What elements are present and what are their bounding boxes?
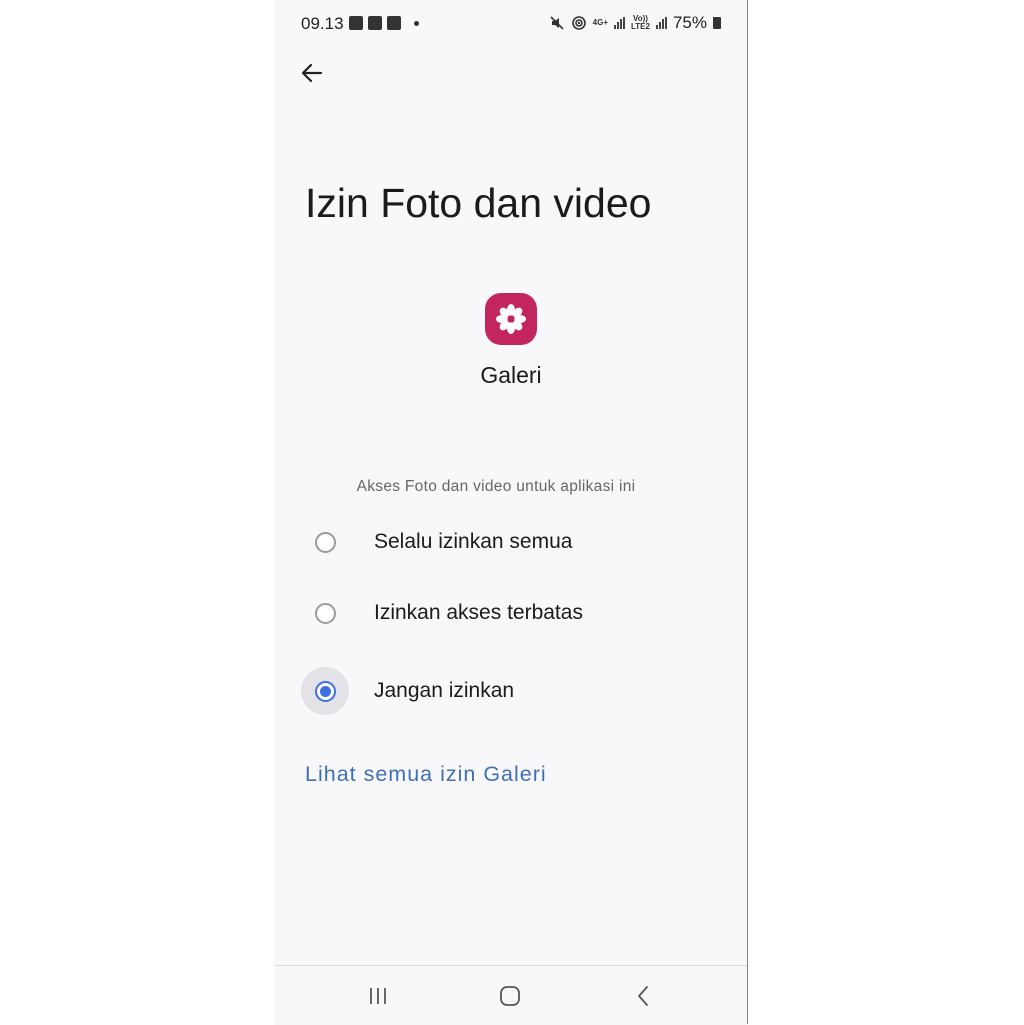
battery-percentage: 75% bbox=[672, 13, 707, 32]
option-dont-allow[interactable]: Jangan izinkan bbox=[301, 666, 721, 716]
recent-apps-button[interactable] bbox=[358, 982, 398, 1010]
option-label: Jangan izinkan bbox=[374, 679, 515, 702]
status-time: 09.13 bbox=[301, 14, 344, 33]
hotspot-icon bbox=[571, 16, 586, 30]
app-name: Galeri bbox=[480, 362, 542, 388]
recent-apps-icon bbox=[370, 988, 386, 1004]
mute-icon bbox=[550, 16, 564, 30]
phone-screen: 09.13 4G+ Vo)) LTE2 75% Izin Foto dan vi… bbox=[275, 0, 747, 1025]
network-type-label: 4G+ bbox=[592, 18, 608, 27]
image-icon bbox=[349, 16, 363, 30]
volte-indicator: Vo)) LTE2 bbox=[631, 15, 650, 31]
see-all-permissions-link[interactable]: Lihat semua izin Galeri bbox=[305, 762, 547, 787]
radio-button[interactable] bbox=[314, 602, 336, 624]
shop-icon bbox=[368, 16, 382, 30]
phone-edge-divider bbox=[747, 0, 748, 1024]
option-label: Selalu izinkan semua bbox=[374, 530, 573, 553]
radio-wrap bbox=[301, 589, 349, 637]
app-icon bbox=[485, 293, 537, 345]
back-icon bbox=[638, 986, 648, 1006]
home-icon bbox=[500, 986, 520, 1006]
flower-icon bbox=[496, 304, 526, 334]
radio-button-checked[interactable] bbox=[314, 680, 336, 702]
battery-icon bbox=[713, 17, 721, 29]
radio-wrap-selected bbox=[301, 667, 349, 715]
option-limited-access[interactable]: Izinkan akses terbatas bbox=[301, 588, 721, 638]
arrow-left-icon bbox=[301, 63, 323, 83]
radio-wrap bbox=[301, 518, 349, 566]
shop-icon bbox=[387, 16, 401, 30]
section-label: Akses Foto dan video untuk aplikasi ini bbox=[356, 478, 636, 495]
nav-back-button[interactable] bbox=[623, 982, 663, 1010]
signal-icon bbox=[655, 17, 667, 29]
back-button[interactable] bbox=[297, 58, 327, 88]
notification-icons bbox=[349, 16, 419, 30]
home-button[interactable] bbox=[490, 982, 530, 1010]
option-always-allow-all[interactable]: Selalu izinkan semua bbox=[301, 517, 721, 567]
option-label: Izinkan akses terbatas bbox=[374, 601, 583, 624]
lte-label: LTE2 bbox=[631, 22, 650, 31]
signal-icon bbox=[614, 17, 625, 29]
navigation-bar bbox=[275, 965, 747, 1025]
system-status-icons: 4G+ Vo)) LTE2 75% bbox=[549, 13, 721, 33]
status-bar: 09.13 4G+ Vo)) LTE2 75% bbox=[275, 0, 747, 48]
more-notifications-dot-icon bbox=[414, 20, 419, 26]
radio-button[interactable] bbox=[314, 531, 336, 553]
page-title: Izin Foto dan video bbox=[305, 180, 652, 226]
